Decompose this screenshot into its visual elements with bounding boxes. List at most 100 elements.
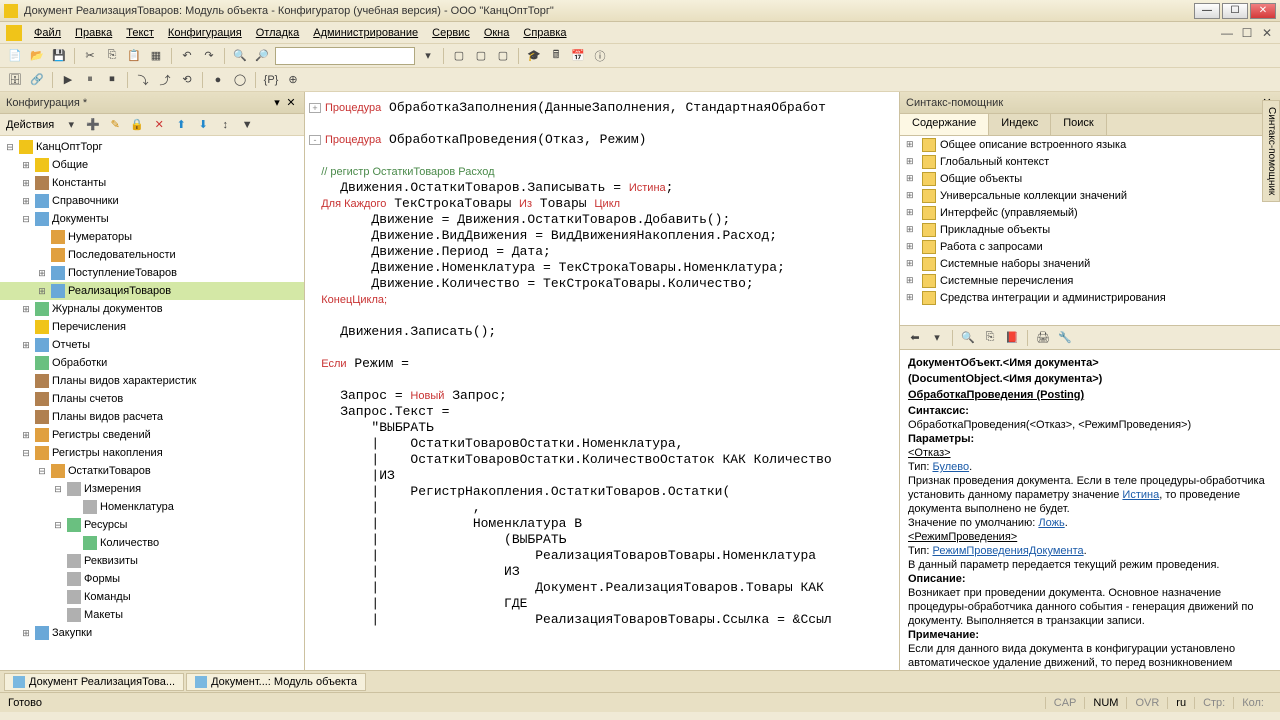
edit-icon[interactable]: ✎: [106, 116, 124, 134]
menu-text[interactable]: Текст: [120, 25, 160, 41]
code-editor[interactable]: +Процедура ОбработкаЗаполнения(ДанныеЗап…: [305, 92, 900, 670]
box3-icon[interactable]: ▢: [494, 47, 512, 65]
link-icon[interactable]: 🔗: [28, 71, 46, 89]
menu-file[interactable]: Файл: [28, 25, 67, 41]
maximize-button[interactable]: ☐: [1222, 3, 1248, 19]
syntax-tree-node[interactable]: ⊞Средства интеграции и администрирования: [900, 289, 1280, 306]
back-icon[interactable]: ⬅: [906, 329, 924, 347]
tree-node[interactable]: ⊞Закупки: [0, 624, 304, 642]
menu-windows[interactable]: Окна: [478, 25, 516, 41]
step-icon[interactable]: ⤵: [134, 71, 152, 89]
tree-node[interactable]: Планы счетов: [0, 390, 304, 408]
add-icon[interactable]: ➕: [84, 116, 102, 134]
tree-node[interactable]: Количество: [0, 534, 304, 552]
dropdown-icon[interactable]: ▾: [62, 116, 80, 134]
del-icon[interactable]: ✕: [150, 116, 168, 134]
menu-config[interactable]: Конфигурация: [162, 25, 248, 41]
tree-node[interactable]: Реквизиты: [0, 552, 304, 570]
copy2-icon[interactable]: ⎘: [981, 329, 999, 347]
mdi-minimize-icon[interactable]: —: [1220, 26, 1234, 40]
info-icon[interactable]: ⓘ: [591, 47, 609, 65]
redo-icon[interactable]: ↷: [200, 47, 218, 65]
tree-node[interactable]: Формы: [0, 570, 304, 588]
funcs-icon[interactable]: {P}: [262, 71, 280, 89]
dropdown-icon[interactable]: ▾: [419, 47, 437, 65]
mdi-close-icon[interactable]: ✕: [1260, 26, 1274, 40]
syntax-tree-node[interactable]: ⊞Общие объекты: [900, 170, 1280, 187]
find-icon[interactable]: 🔍: [231, 47, 249, 65]
up-icon[interactable]: ⬆: [172, 116, 190, 134]
tab-index[interactable]: Индекс: [989, 114, 1051, 135]
syntax-tree-node[interactable]: ⊞Системные наборы значений: [900, 255, 1280, 272]
tree-node[interactable]: Планы видов характеристик: [0, 372, 304, 390]
stop-icon[interactable]: ⏹: [103, 71, 121, 89]
syntax-tree-node[interactable]: ⊞Универсальные коллекции значений: [900, 187, 1280, 204]
tree-node[interactable]: ⊟КанцОптТорг: [0, 138, 304, 156]
db-icon[interactable]: 🗄: [6, 71, 24, 89]
config-tree[interactable]: ⊟КанцОптТорг⊞Общие⊞Константы⊞Справочники…: [0, 136, 304, 670]
step3-icon[interactable]: ⟲: [178, 71, 196, 89]
tree-node[interactable]: ⊞Константы: [0, 174, 304, 192]
tree-node[interactable]: Нумераторы: [0, 228, 304, 246]
tree-node[interactable]: ⊞РеализацияТоваров: [0, 282, 304, 300]
sort-icon[interactable]: ↕: [216, 116, 234, 134]
panel-close-icon[interactable]: ✕: [284, 96, 298, 110]
open-icon[interactable]: 📂: [28, 47, 46, 65]
tree-node[interactable]: ⊟Ресурсы: [0, 516, 304, 534]
mdi-restore-icon[interactable]: ☐: [1240, 26, 1254, 40]
syntax-tree-node[interactable]: ⊞Прикладные объекты: [900, 221, 1280, 238]
close-button[interactable]: ✕: [1250, 3, 1276, 19]
paste-icon[interactable]: 📋: [125, 47, 143, 65]
tab-content[interactable]: Содержание: [900, 114, 989, 135]
syntax-tree-node[interactable]: ⊞Работа с запросами: [900, 238, 1280, 255]
link-mode[interactable]: РежимПроведенияДокумента: [932, 545, 1083, 557]
save-icon[interactable]: 💾: [50, 47, 68, 65]
tree-node[interactable]: ⊞Журналы документов: [0, 300, 304, 318]
tree-node[interactable]: Последовательности: [0, 246, 304, 264]
cal-icon[interactable]: 📅: [569, 47, 587, 65]
tree-node[interactable]: Номенклатура: [0, 498, 304, 516]
zoom-icon[interactable]: 🔎: [253, 47, 271, 65]
actions-label[interactable]: Действия: [6, 119, 54, 131]
hat-icon[interactable]: 🎓: [525, 47, 543, 65]
doc-tab-1[interactable]: Документ РеализацияТова...: [4, 673, 184, 691]
box1-icon[interactable]: ▢: [450, 47, 468, 65]
undo-icon[interactable]: ↶: [178, 47, 196, 65]
tool-icon[interactable]: 🔧: [1056, 329, 1074, 347]
link-true[interactable]: Истина: [1122, 489, 1159, 501]
tree-node[interactable]: ⊞ПоступлениеТоваров: [0, 264, 304, 282]
side-tab-syntax[interactable]: Синтакс-помощник: [1262, 100, 1280, 202]
tree-node[interactable]: Перечисления: [0, 318, 304, 336]
lock-icon[interactable]: 🔒: [128, 116, 146, 134]
menu-edit[interactable]: Правка: [69, 25, 118, 41]
cut-icon[interactable]: ✂: [81, 47, 99, 65]
step2-icon[interactable]: ⤴: [156, 71, 174, 89]
menu-debug[interactable]: Отладка: [250, 25, 305, 41]
search-input[interactable]: [275, 47, 415, 65]
tab-search[interactable]: Поиск: [1051, 114, 1106, 135]
toggle-icon[interactable]: ▦: [147, 47, 165, 65]
syntax-tree-node[interactable]: ⊞Общее описание встроенного языка: [900, 136, 1280, 153]
print-icon[interactable]: 🖨: [1034, 329, 1052, 347]
book-icon[interactable]: 📕: [1003, 329, 1021, 347]
tree-node[interactable]: ⊟Измерения: [0, 480, 304, 498]
tree-node[interactable]: Обработки: [0, 354, 304, 372]
syntax-tree-node[interactable]: ⊞Системные перечисления: [900, 272, 1280, 289]
panel-pin-icon[interactable]: ▾: [270, 96, 284, 110]
find2-icon[interactable]: 🔍: [959, 329, 977, 347]
filter-icon[interactable]: ▼: [238, 116, 256, 134]
pause-icon[interactable]: ⏸: [81, 71, 99, 89]
bp2-icon[interactable]: ◯: [231, 71, 249, 89]
menu-help[interactable]: Справка: [517, 25, 572, 41]
tree-node[interactable]: ⊞Регистры сведений: [0, 426, 304, 444]
minimize-button[interactable]: —: [1194, 3, 1220, 19]
link-false[interactable]: Ложь: [1038, 517, 1064, 529]
tree-node[interactable]: ⊟Документы: [0, 210, 304, 228]
menu-admin[interactable]: Администрирование: [307, 25, 424, 41]
tree-node[interactable]: ⊟ОстаткиТоваров: [0, 462, 304, 480]
bp3-icon[interactable]: ⊕: [284, 71, 302, 89]
status-lang[interactable]: ru: [1167, 697, 1194, 709]
tree-node[interactable]: Макеты: [0, 606, 304, 624]
tree-node[interactable]: ⊞Общие: [0, 156, 304, 174]
copy-icon[interactable]: ⎘: [103, 47, 121, 65]
